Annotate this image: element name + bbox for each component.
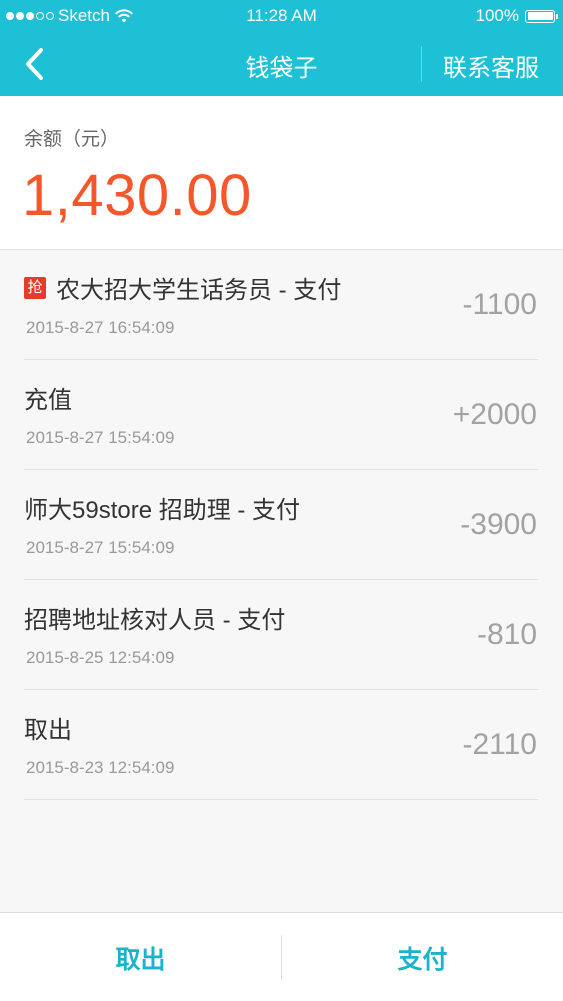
transaction-amount: -3900 <box>460 508 537 541</box>
transaction-amount: -1100 <box>462 288 537 321</box>
battery-percent: 100% <box>475 6 519 25</box>
withdraw-button[interactable]: 取出 <box>0 913 281 1001</box>
top-bar: Sketch 11:28 AM 100% 钱袋子 联系客服 <box>0 0 563 96</box>
balance-card: 余额（元） 1,430.00 <box>0 96 563 250</box>
transaction-date: 2015-8-27 16:54:09 <box>26 318 175 337</box>
transaction-title-row: 充值 <box>24 380 72 415</box>
transaction-title: 农大招大学生话务员 - 支付 <box>56 277 342 304</box>
transaction-title: 充值 <box>24 387 72 414</box>
wallet-screen: Sketch 11:28 AM 100% 钱袋子 联系客服 余额（元） 1,43… <box>0 0 563 1001</box>
transaction-title-row: 取出 <box>24 710 72 745</box>
transaction-title-row: 师大59store 招助理 - 支付 <box>24 490 300 525</box>
pay-button[interactable]: 支付 <box>282 913 563 1001</box>
transaction-date: 2015-8-25 12:54:09 <box>26 648 175 667</box>
transaction-item[interactable]: 充值 2015-8-27 15:54:09 +2000 <box>24 360 539 470</box>
battery-icon <box>525 9 558 23</box>
transaction-item[interactable]: 取出 2015-8-23 12:54:09 -2110 <box>24 690 539 800</box>
transaction-amount: -810 <box>476 618 537 651</box>
transaction-title: 师大59store 招助理 - 支付 <box>24 497 301 524</box>
back-button[interactable] <box>14 44 54 84</box>
balance-value: 1,430.00 <box>22 163 252 228</box>
chevron-left-icon <box>26 48 43 80</box>
transaction-amount: +2000 <box>452 398 537 431</box>
transaction-amount: -2110 <box>462 728 537 761</box>
status-right: 100% <box>475 6 558 26</box>
transaction-title: 取出 <box>24 717 72 744</box>
transaction-item[interactable]: 招聘地址核对人员 - 支付 2015-8-25 12:54:09 -810 <box>24 580 539 690</box>
transaction-title: 招聘地址核对人员 - 支付 <box>24 607 286 634</box>
transaction-date: 2015-8-27 15:54:09 <box>26 538 175 557</box>
transaction-title-row: 招聘地址核对人员 - 支付 <box>24 600 285 635</box>
transaction-date: 2015-8-23 12:54:09 <box>26 758 175 777</box>
transaction-item[interactable]: 师大59store 招助理 - 支付 2015-8-27 15:54:09 -3… <box>24 470 539 580</box>
balance-label: 余额（元） <box>24 129 120 150</box>
transaction-list: 抢 农大招大学生话务员 - 支付 2015-8-27 16:54:09 -110… <box>24 250 539 800</box>
contact-support-button[interactable]: 联系客服 <box>443 48 539 83</box>
bottom-action-bar: 取出 支付 <box>0 912 563 1001</box>
transaction-title-row: 抢 农大招大学生话务员 - 支付 <box>24 270 341 305</box>
grab-badge: 抢 <box>24 276 46 299</box>
transaction-item[interactable]: 抢 农大招大学生话务员 - 支付 2015-8-27 16:54:09 -110… <box>24 250 539 360</box>
transaction-date: 2015-8-27 15:54:09 <box>26 428 175 447</box>
status-bar: Sketch 11:28 AM 100% <box>0 0 563 32</box>
nav-divider <box>421 46 422 82</box>
navigation-bar: 钱袋子 联系客服 <box>0 32 563 96</box>
